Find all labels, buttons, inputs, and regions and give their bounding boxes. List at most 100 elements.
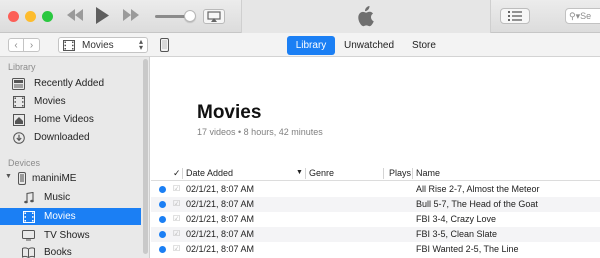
sidebar-item-home-videos[interactable]: Home Videos: [0, 111, 141, 128]
column-header-plays[interactable]: Plays: [389, 168, 411, 178]
device-button[interactable]: [157, 37, 171, 53]
airplay-icon[interactable]: [203, 9, 225, 24]
sidebar-item-tv-shows[interactable]: TV Shows: [0, 227, 141, 244]
sidebar: Library Recently Added Movies Home Video…: [0, 57, 150, 258]
column-header-check[interactable]: ✓: [173, 168, 181, 179]
page-title: Movies: [197, 102, 262, 123]
table-row[interactable]: ☑ 02/1/21, 8:07 AM FBI 3-5, Clean Slate: [151, 227, 600, 242]
sidebar-item-label: maniniME: [32, 173, 77, 184]
sidebar-item-device[interactable]: ▼ maniniME: [0, 170, 141, 187]
tab-store-label: Store: [412, 40, 436, 51]
list-view-icon[interactable]: [500, 8, 530, 24]
search-icon: ⚲▾: [569, 11, 581, 21]
chevron-updown-icon: ▴ ▾: [138, 37, 143, 52]
chevron-right-icon: ›: [29, 39, 34, 51]
cell-name: FBI 3-5, Clean Slate: [416, 229, 498, 239]
sidebar-item-device-movies[interactable]: Movies: [0, 208, 141, 225]
disclosure-triangle-icon[interactable]: ▼: [5, 173, 12, 180]
library-summary: 17 videos • 8 hours, 42 minutes: [197, 127, 323, 137]
table-row[interactable]: ☑ 02/1/21, 8:07 AM FBI 3-4, Crazy Love: [151, 212, 600, 227]
checkbox-checked[interactable]: ☑: [173, 244, 180, 253]
sidebar-item-label: Books: [44, 247, 72, 258]
sidebar-item-label: Movies: [34, 96, 66, 107]
unwatched-dot-icon: [159, 246, 166, 253]
sidebar-item-label: Downloaded: [34, 132, 90, 143]
sidebar-item-label: Home Videos: [34, 114, 94, 125]
search-input[interactable]: ⚲▾Se: [565, 8, 600, 24]
volume-slider-knob[interactable]: [184, 10, 196, 22]
tab-library[interactable]: Library: [287, 36, 335, 55]
forward-button[interactable]: ›: [24, 38, 40, 52]
column-header-genre[interactable]: Genre: [309, 168, 334, 178]
column-divider: [305, 168, 306, 179]
checkbox-checked[interactable]: ☑: [173, 199, 180, 208]
cell-date-added: 02/1/21, 8:07 AM: [186, 199, 255, 209]
table-row[interactable]: ☑ 02/1/21, 8:07 AM Bull 5-7, The Head of…: [151, 197, 600, 212]
checkbox-checked[interactable]: ☑: [173, 214, 180, 223]
play-icon[interactable]: [95, 6, 110, 25]
tab-store[interactable]: Store: [404, 36, 444, 55]
film-icon: [63, 40, 75, 51]
sidebar-header-library: Library: [8, 62, 36, 72]
table-row[interactable]: ☑ 02/1/21, 8:07 AM All Rise 2-7, Almost …: [151, 182, 600, 197]
checkbox-checked[interactable]: ☑: [173, 184, 180, 193]
film-icon: [12, 95, 25, 108]
column-divider: [182, 168, 183, 179]
unwatched-dot-icon: [159, 201, 166, 208]
home-videos-icon: [12, 113, 25, 126]
sidebar-item-downloaded[interactable]: Downloaded: [0, 129, 141, 146]
column-header-date-added[interactable]: Date Added: [186, 168, 233, 178]
sidebar-item-recently-added[interactable]: Recently Added: [0, 75, 141, 92]
sidebar-item-books[interactable]: Books: [0, 244, 141, 258]
cell-date-added: 02/1/21, 8:07 AM: [186, 184, 255, 194]
checkbox-checked[interactable]: ☑: [173, 229, 180, 238]
sidebar-item-music[interactable]: Music: [0, 189, 141, 206]
tab-unwatched-label: Unwatched: [343, 40, 395, 51]
cell-name: Bull 5-7, The Head of the Goat: [416, 199, 538, 209]
unwatched-dot-icon: [159, 216, 166, 223]
rewind-icon[interactable]: [66, 8, 84, 22]
close-button[interactable]: [8, 11, 19, 22]
media-kind-selector[interactable]: Movies ▴ ▾: [58, 37, 148, 53]
title-bar: ⚲▾Se: [0, 0, 600, 33]
sidebar-scrollbar[interactable]: [143, 59, 148, 254]
music-note-icon: [22, 191, 35, 204]
maximize-button[interactable]: [42, 11, 53, 22]
sidebar-header-devices: Devices: [8, 158, 41, 168]
cell-name: FBI Wanted 2-5, The Line: [416, 244, 519, 254]
chevron-left-icon: ‹: [14, 39, 18, 51]
tab-library-label: Library: [295, 40, 327, 51]
table-header: ✓ Date Added ▼ Genre Plays Name: [151, 166, 600, 181]
iphone-icon: [15, 172, 28, 185]
sidebar-item-label: Recently Added: [34, 78, 105, 89]
tv-icon: [22, 229, 35, 242]
back-button[interactable]: ‹: [8, 38, 24, 52]
sort-descending-icon[interactable]: ▼: [296, 169, 303, 176]
sidebar-item-label: TV Shows: [44, 230, 90, 241]
cell-date-added: 02/1/21, 8:07 AM: [186, 229, 255, 239]
film-icon: [22, 210, 35, 223]
cell-date-added: 02/1/21, 8:07 AM: [186, 214, 255, 224]
iphone-icon: [159, 38, 169, 52]
cell-name: All Rise 2-7, Almost the Meteor: [416, 184, 540, 194]
table-row[interactable]: ☑ 02/1/21, 8:07 AM FBI Wanted 2-5, The L…: [151, 242, 600, 257]
media-kind-label: Movies: [82, 40, 114, 51]
apple-logo-icon: [356, 6, 374, 30]
main-content: Movies 17 videos • 8 hours, 42 minutes ✓…: [151, 57, 600, 258]
window-controls: [8, 11, 53, 22]
cell-name: FBI 3-4, Crazy Love: [416, 214, 497, 224]
fast-forward-icon[interactable]: [122, 8, 140, 22]
column-divider: [383, 168, 384, 179]
column-divider: [412, 168, 413, 179]
minimize-button[interactable]: [25, 11, 36, 22]
column-header-name[interactable]: Name: [416, 168, 440, 178]
search-placeholder: Se: [580, 11, 592, 21]
tab-unwatched[interactable]: Unwatched: [338, 36, 400, 55]
sidebar-item-movies[interactable]: Movies: [0, 93, 141, 110]
unwatched-dot-icon: [159, 186, 166, 193]
sidebar-item-label: Movies: [44, 211, 76, 222]
recently-added-icon: [12, 77, 25, 90]
unwatched-dot-icon: [159, 231, 166, 238]
cell-date-added: 02/1/21, 8:07 AM: [186, 244, 255, 254]
sidebar-item-label: Music: [44, 192, 71, 203]
